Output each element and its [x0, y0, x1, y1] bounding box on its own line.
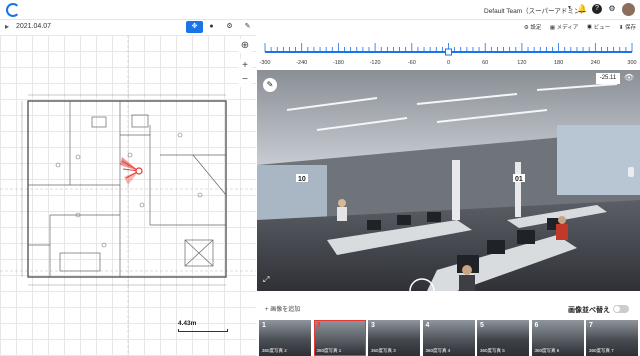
edit-tool-button[interactable]: ✎ [239, 21, 256, 33]
pointer-tool-button[interactable]: ✥ [186, 21, 203, 33]
chevron-down-icon[interactable]: ▾ [568, 4, 571, 11]
app-logo[interactable] [6, 3, 20, 17]
edit-pen-icon[interactable]: ✎ [263, 78, 277, 92]
timeline-tick-label: 0 [447, 60, 450, 66]
thumbnail-caption: 360度写真 1 [316, 348, 342, 353]
expand-icon[interactable]: ⤢ [263, 275, 269, 285]
rotation-value[interactable]: -25.11 [596, 73, 620, 84]
add-image-label: 画像を追加 [270, 307, 301, 313]
media-tab[interactable]: ▦ メディア [550, 25, 578, 31]
thumbnail-caption: 360度写真 7 [589, 348, 614, 353]
reorder-toggle[interactable] [613, 305, 629, 313]
thumbnail-item[interactable]: 6 360度写真 6 [531, 320, 584, 356]
scale-label: 4.43m [178, 320, 197, 327]
photo-label-a: 10 [298, 176, 306, 183]
thumbnail-caption: 360度写真 6 [534, 348, 560, 353]
timeline-handle[interactable] [445, 48, 452, 56]
view-tools: ⚙ 設定 ▦ メディア ◉ ビュー ⬇ 保存 [517, 23, 636, 31]
floor-plan-panel[interactable]: ⊕ + − 4.43m [0, 35, 256, 356]
view-direction-cone [120, 157, 143, 185]
thumbnail-number: 3 [316, 322, 321, 329]
locate-icon[interactable]: ⊕ [238, 39, 252, 53]
bell-icon[interactable]: 🔔 [577, 4, 587, 14]
zoom-out-button[interactable]: − [238, 73, 252, 87]
image-list-panel: + 画像を追加 画像並べ替え 1 360度写真 2 3 360度写真 1 3 360度写真… [257, 291, 640, 356]
settings-tab[interactable]: ⚙ 設定 [524, 25, 541, 31]
scale-bar [178, 329, 228, 332]
thumbnail-number: 4 [425, 322, 430, 329]
capture-date: 2021.04.07 [16, 23, 52, 30]
thumbnail-item[interactable]: 4 360度写真 4 [422, 320, 475, 356]
view-tab[interactable]: ◉ ビュー [587, 25, 611, 31]
timeline-tick-label: 60 [482, 60, 488, 66]
dot-tool-button[interactable]: ● [203, 21, 220, 33]
timeline-tick-label: 120 [517, 60, 526, 66]
plus-icon: + [265, 307, 269, 313]
thumbnail-caption: 360度写真 5 [480, 348, 505, 353]
timeline-tick-label: -60 [408, 60, 416, 66]
timeline-tick-label: 180 [554, 60, 563, 66]
timeline-tick-label: -300 [259, 60, 270, 66]
eye-icon[interactable]: 👁 [624, 73, 634, 82]
thumbnail-number: 7 [589, 322, 593, 329]
timeline-tick-label: -180 [333, 60, 344, 66]
panorama-image[interactable]: 10 01 [257, 70, 640, 291]
thumbnail-item[interactable]: 5 360度写真 5 [477, 320, 529, 356]
back-icon[interactable]: ▸ [5, 22, 9, 31]
toolbar: ▸ 2021.04.07 ✥ ● ⚙ ✎ ⚙ 設定 ▦ メディア ◉ ビュー ⬇… [0, 20, 640, 35]
thumbnail-number: 5 [480, 322, 484, 329]
thumbnail-item[interactable]: 7 360度写真 7 [586, 320, 638, 356]
thumbnail-caption: 360度写真 2 [262, 348, 287, 353]
timeline-tick-label: 300 [627, 60, 636, 66]
timeline-tick-label: -240 [296, 60, 307, 66]
timeline-tick-label: -120 [370, 60, 381, 66]
scroll-handle[interactable] [628, 167, 634, 177]
panorama-viewer[interactable]: -300 -240 -180 -120 -60 0 60 120 180 240 300 [257, 35, 640, 291]
thumbnail-item[interactable]: 3 360度写真 1 [313, 320, 366, 356]
thumbnail-item[interactable]: 3 360度写真 3 [368, 320, 420, 356]
rotation-timeline[interactable]: -300 -240 -180 -120 -60 0 60 120 180 240 300 [257, 35, 640, 70]
settings-tool-button[interactable]: ⚙ [221, 21, 238, 33]
save-tab[interactable]: ⬇ 保存 [619, 25, 636, 31]
thumbnail-caption: 360度写真 4 [425, 348, 451, 353]
reorder-label: 画像並べ替え [568, 307, 610, 314]
thumbnail-number: 1 [262, 322, 266, 329]
app-root: Default Team（スーパーアドミン） ▾ 🔔 ? ⚙ ▸ 2021.04… [0, 0, 640, 356]
thumbnail-number: 3 [371, 322, 375, 329]
thumbnail-caption: 360度写真 3 [371, 348, 396, 353]
floor-plan-drawing[interactable] [0, 35, 256, 356]
avatar[interactable] [622, 3, 635, 16]
help-icon[interactable]: ? [592, 4, 602, 14]
timeline-tick-label: 240 [591, 60, 600, 66]
gear-icon[interactable]: ⚙ [607, 4, 617, 14]
add-image-button[interactable]: + 画像を追加 [265, 304, 300, 313]
top-bar: Default Team（スーパーアドミン） ▾ 🔔 ? ⚙ [0, 0, 640, 20]
zoom-in-button[interactable]: + [238, 59, 252, 73]
team-selector[interactable]: Default Team（スーパーアドミン） [484, 5, 587, 15]
thumbnail-number: 6 [534, 322, 539, 329]
thumbnail-item[interactable]: 1 360度写真 2 [259, 320, 311, 356]
photo-label-b: 01 [515, 176, 523, 183]
thumbnail-strip: 1 360度写真 2 3 360度写真 1 3 360度写真 3 4 360度写真 4 5 360… [257, 320, 640, 356]
